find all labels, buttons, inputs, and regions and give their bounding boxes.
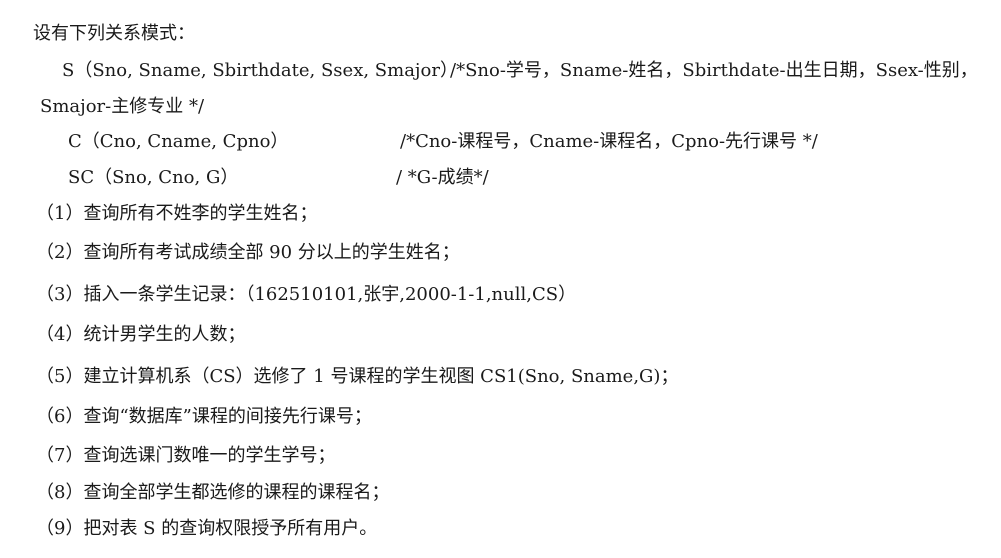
schema-c-comment: /*Cno-课程号，Cname-课程名，Cpno-先行课号 */ (400, 131, 818, 152)
question-9: （9）把对表 S 的查询权限授予所有用户。 (36, 518, 378, 539)
schema-c-definition: C（Cno, Cname, Cpno） (68, 131, 289, 152)
question-7: （7）查询选课门数唯一的学生学号； (36, 445, 336, 466)
question-6: （6）查询“数据库”课程的间接先行课号； (36, 406, 372, 427)
question-2: （2）查询所有考试成绩全部 90 分以上的学生姓名； (36, 242, 460, 263)
question-5: （5）建立计算机系（CS）选修了 1 号课程的学生视图 CS1(Sno, Sna… (36, 366, 679, 387)
schema-sc-comment: / *G-成绩*/ (396, 167, 489, 188)
schema-s: S（Sno, Sname, Sbirthdate, Ssex, Smajor） … (62, 59, 978, 83)
schema-s-definition: S（Sno, Sname, Sbirthdate, Ssex, Smajor） (62, 60, 458, 81)
schema-sc-definition: SC（Sno, Cno, G） (68, 167, 239, 188)
question-3: （3）插入一条学生记录：（162510101,张宇,2000-1-1,null,… (36, 284, 577, 305)
schema-s-comment: /*Sno-学号，Sname-姓名，Sbirthdate-出生日期，Ssex-性… (450, 60, 978, 81)
question-1: （1）查询所有不姓李的学生姓名； (36, 203, 318, 224)
question-8: （8）查询全部学生都选修的课程的课程名； (36, 482, 390, 503)
schema-s-comment-continued: Smajor-主修专业 */ (40, 96, 205, 117)
schema-sc: SC（Sno, Cno, G） / *G-成绩*/ (68, 166, 489, 190)
schema-c: C（Cno, Cname, Cpno） /*Cno-课程号，Cname-课程名，… (68, 130, 818, 154)
question-4: （4）统计男学生的人数； (36, 324, 246, 345)
intro-text: 设有下列关系模式： (33, 23, 195, 44)
